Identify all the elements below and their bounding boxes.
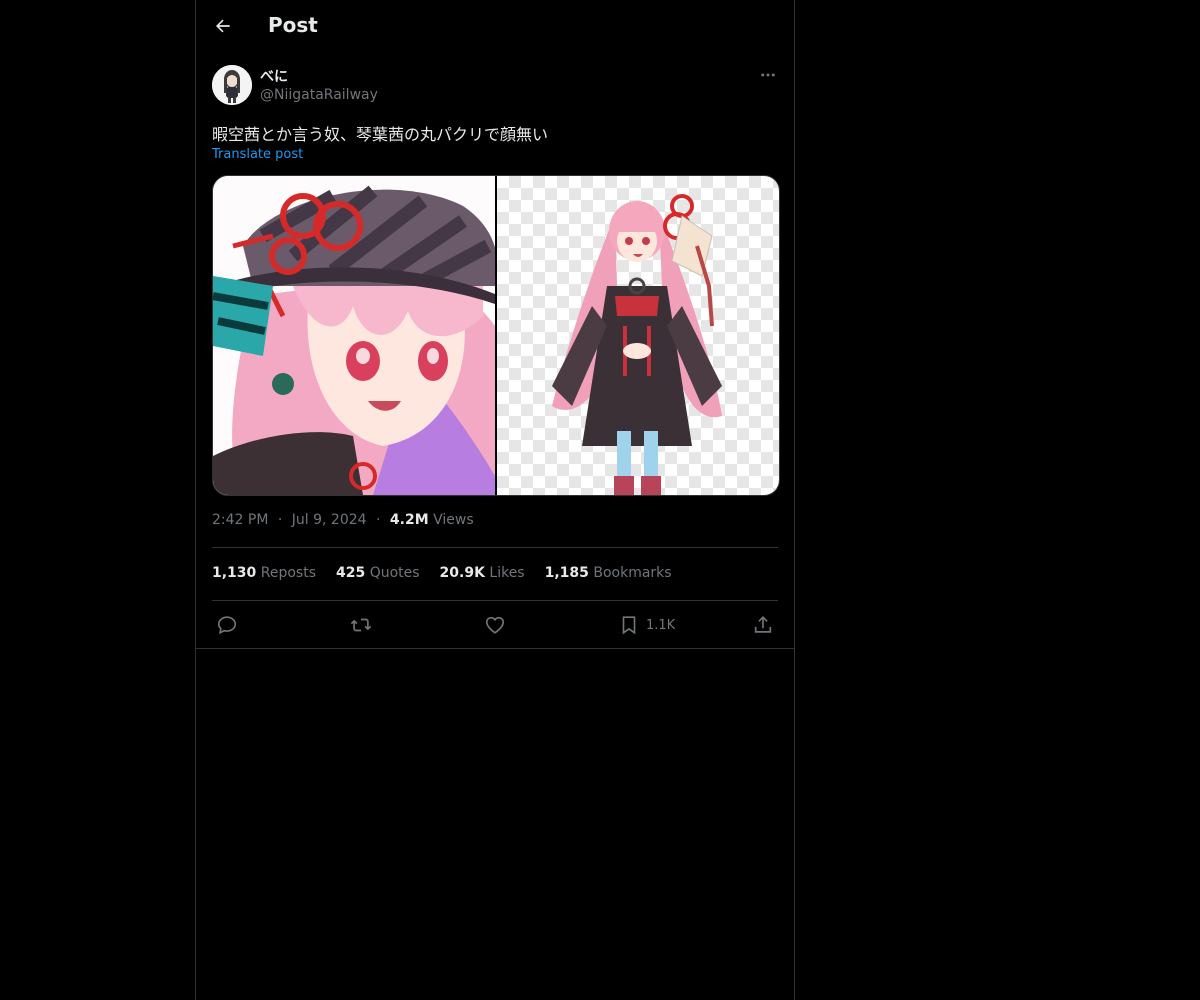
quotes-stat[interactable]: 425 Quotes [336, 565, 420, 581]
page-title: Post [268, 13, 318, 37]
bookmark-count: 1.1K [646, 617, 676, 633]
bookmark-button[interactable]: 1.1K [618, 613, 675, 637]
post-time[interactable]: 2:42 PM [212, 512, 268, 528]
post-header: Post [196, 0, 794, 53]
arrow-left-icon [216, 19, 230, 33]
divider [212, 547, 778, 548]
reply-icon [217, 616, 237, 635]
author-handle[interactable]: @NiigataRailway [260, 87, 378, 103]
bookmark-icon [622, 616, 636, 635]
avatar-image [212, 65, 252, 105]
engagement-stats: 1,130 Reposts 425 Quotes 20.9K Likes 1,1… [212, 565, 672, 581]
reply-button[interactable] [216, 613, 238, 637]
post-text: 暇空茜とか言う奴、琴葉茜の丸パクリで顔無い [212, 125, 549, 144]
divider [196, 648, 794, 649]
share-icon [754, 616, 772, 633]
post-media [212, 175, 780, 496]
repost-icon [350, 618, 372, 632]
character-fullbody-image [552, 194, 722, 495]
character-portrait-image [213, 176, 498, 495]
views-label: Views [433, 512, 474, 528]
post-meta: 2:42 PM · Jul 9, 2024 · 4.2M Views [212, 512, 474, 528]
post-date[interactable]: Jul 9, 2024 [292, 512, 367, 528]
translate-post-link[interactable]: Translate post [212, 147, 303, 162]
heart-icon [485, 616, 505, 634]
like-button[interactable] [484, 613, 506, 637]
back-button[interactable] [208, 11, 238, 41]
repost-button[interactable] [349, 613, 373, 637]
post-column: Post べに @NiigataRailway 暇空茜とか言う奴、琴葉茜の丸パク… [195, 0, 795, 1000]
views-count: 4.2M [389, 512, 429, 528]
more-options-button[interactable] [756, 65, 780, 85]
media-image-1[interactable] [213, 176, 498, 495]
share-button[interactable] [752, 613, 774, 637]
likes-stat[interactable]: 20.9K Likes [440, 565, 525, 581]
bookmarks-stat[interactable]: 1,185 Bookmarks [545, 565, 672, 581]
divider [212, 600, 778, 601]
reposts-stat[interactable]: 1,130 Reposts [212, 565, 316, 581]
media-image-2[interactable] [497, 176, 779, 495]
author-display-name[interactable]: べに [260, 66, 288, 86]
avatar[interactable] [212, 65, 252, 105]
more-horizontal-icon [761, 73, 775, 77]
